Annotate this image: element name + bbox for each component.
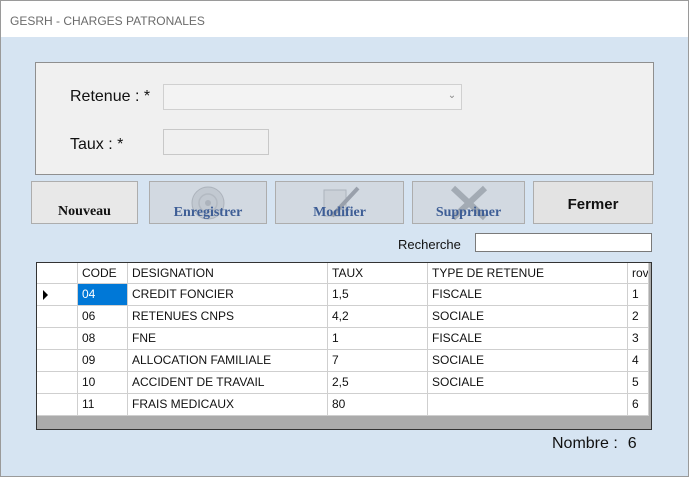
cell-taux[interactable]: 1,5 [328, 284, 428, 306]
cell-type-retenue[interactable] [428, 394, 628, 416]
cell-type-retenue[interactable]: SOCIALE [428, 372, 628, 394]
data-grid[interactable]: CODE DESIGNATION TAUX TYPE DE RETENUE ro… [36, 262, 652, 430]
table-row[interactable]: 04 CREDIT FONCIER 1,5 FISCALE 1 [37, 284, 651, 306]
cell-type-retenue[interactable]: FISCALE [428, 284, 628, 306]
table-row[interactable]: 10 ACCIDENT DE TRAVAIL 2,5 SOCIALE 5 [37, 372, 651, 394]
cell-type-retenue[interactable]: SOCIALE [428, 306, 628, 328]
taux-input[interactable] [163, 129, 269, 155]
row-selector[interactable] [37, 394, 78, 416]
cell-designation[interactable]: FNE [128, 328, 328, 350]
row-selector[interactable] [37, 306, 78, 328]
table-row[interactable]: 08 FNE 1 FISCALE 3 [37, 328, 651, 350]
column-header-taux[interactable]: TAUX [328, 263, 428, 284]
supprimer-button-label: Supprimer [435, 205, 502, 220]
column-header-code[interactable]: CODE [78, 263, 128, 284]
modifier-button[interactable]: Modifier [275, 181, 404, 224]
row-selector[interactable] [37, 372, 78, 394]
supprimer-button[interactable]: Supprimer [412, 181, 525, 224]
form-panel: Retenue : * ⌄ Taux : * [35, 62, 654, 175]
nouveau-button[interactable]: Nouveau [31, 181, 138, 224]
nouveau-button-label: Nouveau [58, 204, 111, 219]
fermer-button-label: Fermer [567, 196, 619, 213]
cell-code[interactable]: 08 [78, 328, 128, 350]
enregistrer-button-label: Enregistrer [173, 205, 243, 220]
cell-code[interactable]: 04 [78, 284, 128, 306]
cell-taux[interactable]: 1 [328, 328, 428, 350]
column-header-row[interactable]: rov [628, 263, 649, 284]
search-input[interactable] [475, 233, 652, 252]
cell-code[interactable]: 09 [78, 350, 128, 372]
cell-designation[interactable]: CREDIT FONCIER [128, 284, 328, 306]
cell-designation[interactable]: ACCIDENT DE TRAVAIL [128, 372, 328, 394]
cell-code[interactable]: 10 [78, 372, 128, 394]
cell-row[interactable]: 1 [628, 284, 649, 306]
cell-row[interactable]: 4 [628, 350, 649, 372]
enregistrer-button[interactable]: Enregistrer [149, 181, 267, 224]
taux-label: Taux : * [70, 136, 124, 153]
nombre-label: Nombre : [552, 435, 618, 452]
row-header-corner [37, 263, 78, 284]
cell-row[interactable]: 5 [628, 372, 649, 394]
cell-taux[interactable]: 4,2 [328, 306, 428, 328]
cell-type-retenue[interactable]: SOCIALE [428, 350, 628, 372]
cell-designation[interactable]: FRAIS MEDICAUX [128, 394, 328, 416]
retenue-label: Retenue : * [70, 88, 151, 105]
cell-row[interactable]: 3 [628, 328, 649, 350]
title-bar: GESRH - CHARGES PATRONALES [1, 1, 688, 37]
cell-designation[interactable]: ALLOCATION FAMILIALE [128, 350, 328, 372]
fermer-button[interactable]: Fermer [533, 181, 653, 224]
main-window: GESRH - CHARGES PATRONALES Retenue : * ⌄… [0, 0, 689, 477]
table-row[interactable]: 11 FRAIS MEDICAUX 80 6 [37, 394, 651, 416]
table-row[interactable]: 06 RETENUES CNPS 4,2 SOCIALE 2 [37, 306, 651, 328]
cell-designation[interactable]: RETENUES CNPS [128, 306, 328, 328]
cell-taux[interactable]: 7 [328, 350, 428, 372]
column-header-designation[interactable]: DESIGNATION [128, 263, 328, 284]
row-selector[interactable] [37, 328, 78, 350]
record-count: Nombre : 6 [552, 435, 637, 453]
retenue-combobox[interactable]: ⌄ [163, 84, 462, 110]
cell-row[interactable]: 6 [628, 394, 649, 416]
current-row-marker-icon [43, 290, 48, 300]
cell-taux[interactable]: 2,5 [328, 372, 428, 394]
table-row[interactable]: 09 ALLOCATION FAMILIALE 7 SOCIALE 4 [37, 350, 651, 372]
recherche-label: Recherche [398, 237, 461, 252]
cell-row[interactable]: 2 [628, 306, 649, 328]
row-selector[interactable] [37, 350, 78, 372]
column-header-type-retenue[interactable]: TYPE DE RETENUE [428, 263, 628, 284]
cell-type-retenue[interactable]: FISCALE [428, 328, 628, 350]
modifier-button-label: Modifier [313, 205, 366, 220]
chevron-down-icon[interactable]: ⌄ [447, 89, 457, 103]
cell-code[interactable]: 06 [78, 306, 128, 328]
grid-header-row: CODE DESIGNATION TAUX TYPE DE RETENUE ro… [37, 263, 651, 285]
cell-code[interactable]: 11 [78, 394, 128, 416]
row-selector[interactable] [37, 284, 78, 306]
nombre-value: 6 [627, 435, 637, 452]
window-title: GESRH - CHARGES PATRONALES [10, 14, 205, 28]
cell-taux[interactable]: 80 [328, 394, 428, 416]
